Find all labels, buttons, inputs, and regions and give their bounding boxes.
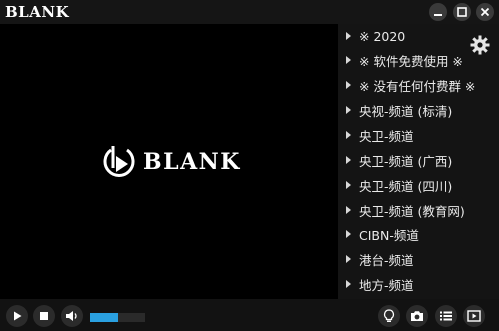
- gear-icon[interactable]: [470, 35, 490, 55]
- playlist-item[interactable]: ※ 2020: [346, 26, 405, 46]
- playlist-item[interactable]: ※ 没有任何付费群 ※: [346, 75, 475, 95]
- playlist-item[interactable]: 央卫-频道: [346, 125, 414, 145]
- playlist-item[interactable]: 港台-频道: [346, 249, 414, 269]
- playlist-item[interactable]: 地方-频道: [346, 274, 414, 294]
- control-bar: [0, 299, 499, 331]
- screenshot-button[interactable]: [406, 305, 428, 327]
- list-icon: [440, 311, 452, 321]
- camera-icon: [411, 311, 423, 321]
- logo-text: BLANK: [143, 149, 241, 175]
- playlist-panel: ※ 2020 ※ 软件免费使用 ※ ※ 没有任何付费群 ※ 央视-频道 (标清)…: [338, 24, 499, 299]
- maximize-button[interactable]: [453, 3, 471, 21]
- playlist-item[interactable]: 央卫-频道 (广西): [346, 150, 452, 170]
- playlist-item[interactable]: CIBN-频道: [346, 224, 419, 244]
- volume-button[interactable]: [61, 305, 83, 327]
- close-icon: [480, 7, 490, 17]
- app-title: BLANK: [5, 3, 70, 21]
- playlist-item-label: 央卫-频道 (四川): [359, 178, 453, 194]
- playlist-item-label: 央卫-频道 (教育网): [359, 203, 465, 219]
- caret-right-icon: [346, 32, 351, 40]
- caret-right-icon: [346, 156, 351, 164]
- play-screen-icon: [467, 310, 481, 322]
- volume-fill: [90, 313, 118, 322]
- minimize-button[interactable]: [429, 3, 447, 21]
- stop-icon: [40, 312, 48, 320]
- stop-button[interactable]: [33, 305, 55, 327]
- blank-logo-icon: [103, 146, 135, 177]
- playlist-item[interactable]: 央卫-频道 (教育网): [346, 200, 465, 220]
- playlist-item[interactable]: 央卫-频道 (四川): [346, 175, 452, 195]
- playlist-item-label: 港台-频道: [359, 252, 414, 268]
- caret-right-icon: [346, 230, 351, 238]
- caret-right-icon: [346, 206, 351, 214]
- caret-right-icon: [346, 106, 351, 114]
- play-icon: [14, 311, 22, 321]
- caret-right-icon: [346, 255, 351, 263]
- caret-right-icon: [346, 56, 351, 64]
- playlist-item-label: 地方-频道: [359, 277, 414, 293]
- volume-slider[interactable]: [90, 313, 145, 322]
- playlist-item-label: 央卫-频道: [359, 128, 414, 144]
- caret-right-icon: [346, 81, 351, 89]
- video-area[interactable]: BLANK: [0, 24, 338, 299]
- play-button[interactable]: [6, 305, 28, 327]
- playlist-item-label: ※ 没有任何付费群 ※: [359, 78, 476, 94]
- playlist-item-label: ※ 软件免费使用 ※: [359, 53, 463, 69]
- close-button[interactable]: [476, 3, 494, 21]
- title-bar: BLANK: [0, 0, 499, 24]
- playlist-toggle-button[interactable]: [435, 305, 457, 327]
- playlist-item-label: CIBN-频道: [359, 227, 419, 243]
- playlist-item[interactable]: 央视-频道 (标清): [346, 100, 452, 120]
- caret-right-icon: [346, 181, 351, 189]
- lightbulb-icon: [383, 309, 395, 322]
- minimize-icon: [434, 14, 442, 16]
- maximize-icon: [457, 7, 467, 17]
- volume-icon: [66, 311, 77, 321]
- playlist-item[interactable]: ※ 软件免费使用 ※: [346, 50, 463, 70]
- caret-right-icon: [346, 131, 351, 139]
- playlist-item-label: ※ 2020: [359, 28, 406, 44]
- playlist-item-label: 央视-频道 (标清): [359, 103, 453, 119]
- lightbulb-button[interactable]: [378, 305, 400, 327]
- playlist-item-label: 央卫-频道 (广西): [359, 153, 453, 169]
- fullscreen-play-button[interactable]: [463, 305, 485, 327]
- caret-right-icon: [346, 280, 351, 288]
